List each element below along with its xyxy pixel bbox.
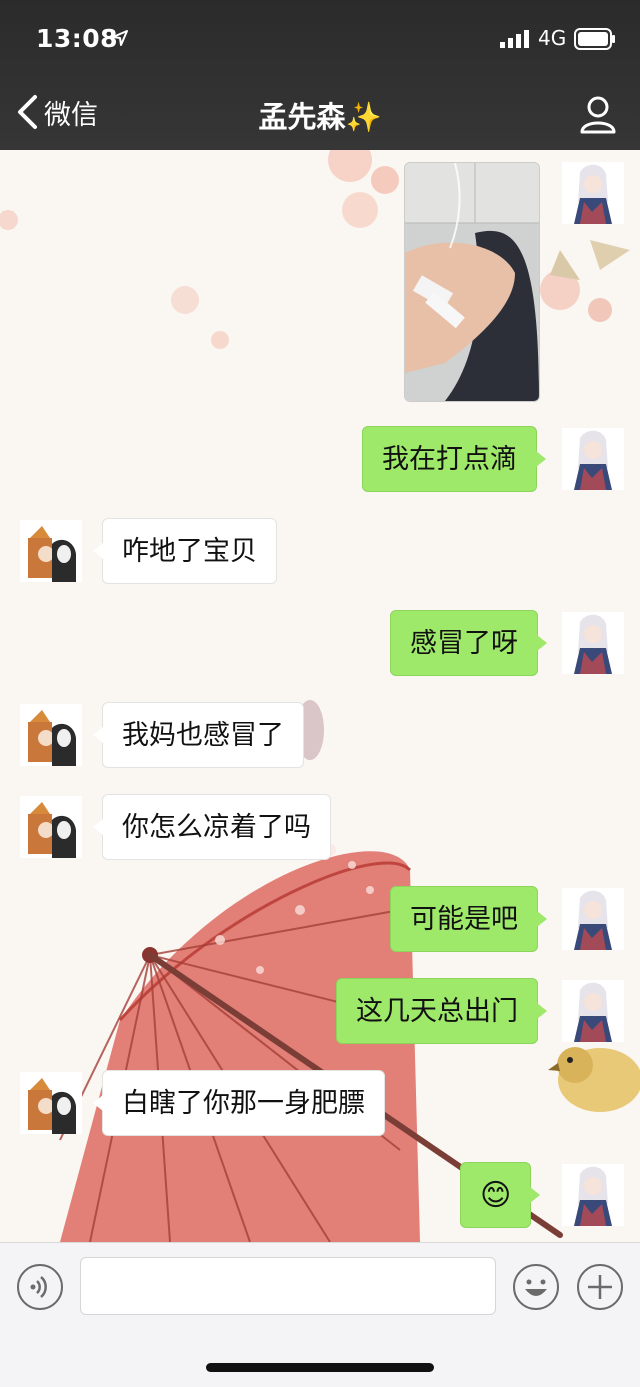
my-avatar[interactable]: [562, 980, 624, 1042]
message-bubble-sent[interactable]: 我在打点滴: [362, 426, 546, 492]
image-message[interactable]: [404, 162, 540, 402]
cartoon-duo-avatar-icon: [20, 796, 82, 858]
anime-girl-avatar-icon: [562, 162, 624, 224]
location-arrow-icon: [112, 30, 128, 46]
friend-avatar[interactable]: [20, 520, 82, 582]
chat-title: 孟先森✨: [258, 100, 382, 134]
bird-illustration: [548, 1047, 640, 1112]
anime-girl-avatar-icon: [562, 980, 624, 1042]
my-avatar[interactable]: [562, 162, 624, 224]
friend-avatar[interactable]: [20, 796, 82, 858]
my-avatar[interactable]: [562, 612, 624, 674]
anime-girl-avatar-icon: [562, 428, 624, 490]
input-bar: [0, 1242, 640, 1387]
plus-circle-icon[interactable]: [576, 1263, 624, 1311]
message-bubble-received[interactable]: 白瞎了你那一身肥膘: [93, 1070, 385, 1136]
friend-avatar[interactable]: [20, 1072, 82, 1134]
my-avatar[interactable]: [562, 1164, 624, 1226]
message-bubble-sent[interactable]: 😊: [460, 1162, 541, 1228]
network-type: 4G: [538, 26, 567, 50]
person-icon[interactable]: [578, 94, 618, 134]
iv-drip-photo: [405, 163, 539, 401]
umbrella-illustration: [59, 700, 563, 1242]
cartoon-duo-avatar-icon: [20, 704, 82, 766]
anime-girl-avatar-icon: [562, 1164, 624, 1226]
anime-girl-avatar-icon: [562, 612, 624, 674]
top-bar: 13:08 4G 微信 孟先森✨: [0, 0, 640, 150]
my-avatar[interactable]: [562, 428, 624, 490]
message-bubble-sent[interactable]: 可能是吧: [390, 886, 547, 952]
battery-icon: [574, 28, 615, 50]
voice-icon[interactable]: [16, 1263, 64, 1311]
my-avatar[interactable]: [562, 888, 624, 950]
message-bubble-received[interactable]: 你怎么凉着了吗: [93, 794, 331, 860]
friend-avatar[interactable]: [20, 704, 82, 766]
home-indicator[interactable]: [206, 1363, 434, 1372]
message-bubble-sent[interactable]: 这几天总出门: [336, 978, 547, 1044]
message-bubble-sent[interactable]: 感冒了呀: [390, 610, 547, 676]
cartoon-duo-avatar-icon: [20, 1072, 82, 1134]
signal-bars-icon: [500, 30, 529, 48]
nav-bar: 微信 孟先森✨: [0, 72, 640, 150]
message-input[interactable]: [80, 1257, 496, 1315]
emoji-face-icon[interactable]: [512, 1263, 560, 1311]
chat-area[interactable]: 我在打点滴 咋地了宝贝 感冒了呀 我妈也感冒了 你怎么凉着了吗 可能是吧 这几天…: [0, 150, 640, 1242]
status-bar: 13:08 4G: [0, 0, 640, 72]
message-bubble-received[interactable]: 我妈也感冒了: [93, 702, 304, 768]
cartoon-duo-avatar-icon: [20, 520, 82, 582]
status-time: 13:08: [36, 24, 119, 53]
message-bubble-received[interactable]: 咋地了宝贝: [93, 518, 277, 584]
anime-girl-avatar-icon: [562, 888, 624, 950]
